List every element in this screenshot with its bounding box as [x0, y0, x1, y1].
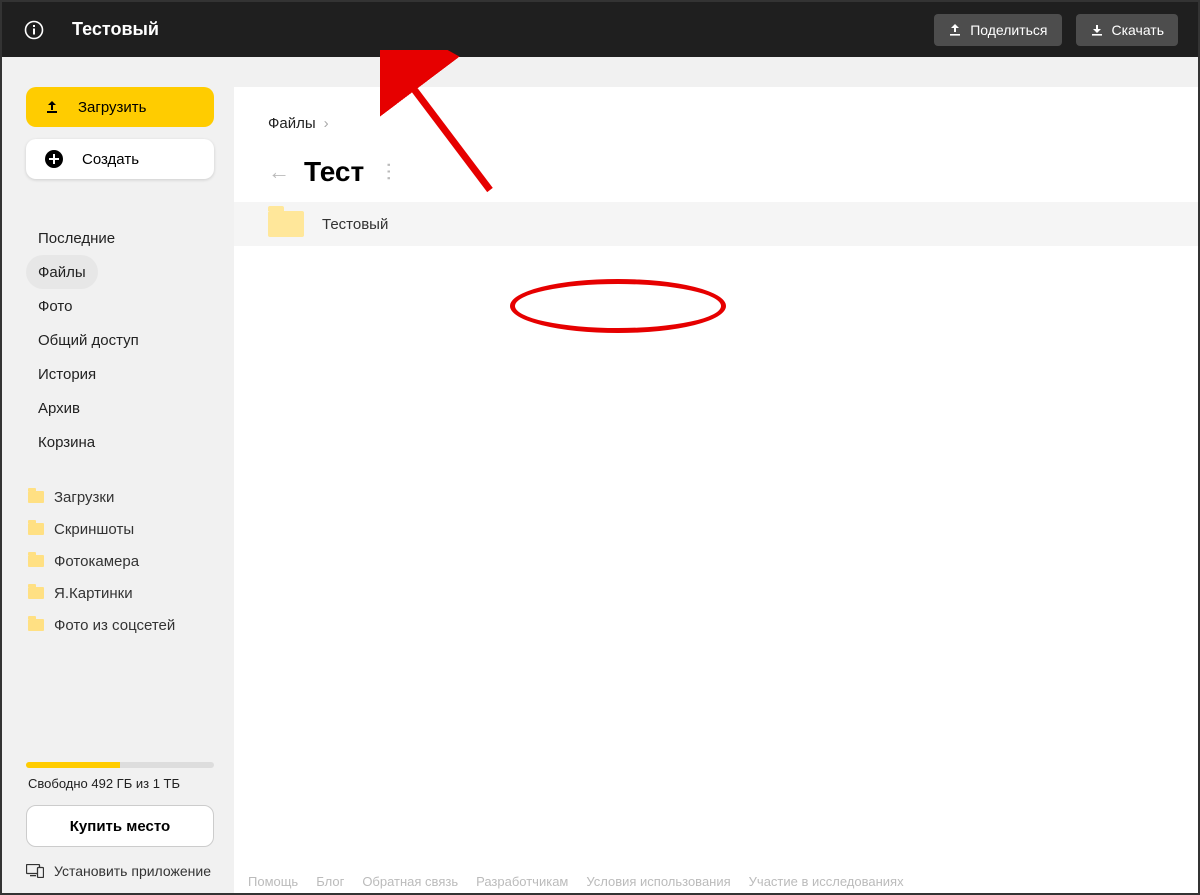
storage-bar	[26, 762, 214, 768]
plus-icon	[44, 149, 64, 169]
folder-shortcuts: Загрузки Скриншоты Фотокамера Я.Картинки…	[26, 481, 216, 641]
folder-name: Тестовый	[322, 216, 388, 233]
nav-label: История	[38, 366, 96, 383]
footer-link[interactable]: Помощь	[248, 874, 298, 889]
download-icon	[1090, 23, 1104, 37]
upload-label: Загрузить	[78, 99, 147, 116]
create-label: Создать	[82, 151, 139, 168]
folder-label: Фотокамера	[54, 553, 139, 570]
upload-icon	[44, 99, 60, 115]
folder-social[interactable]: Фото из соцсетей	[26, 609, 216, 641]
storage-fill	[26, 762, 120, 768]
nav-photo[interactable]: Фото	[26, 289, 84, 323]
sidebar: Загрузить Создать Последние Файлы Фото О…	[2, 57, 234, 893]
folder-icon	[268, 211, 304, 237]
nav-files[interactable]: Файлы	[26, 255, 98, 289]
folder-label: Я.Картинки	[54, 585, 133, 602]
footer-link[interactable]: Участие в исследованиях	[749, 874, 904, 889]
download-label: Скачать	[1112, 22, 1165, 38]
nav-history[interactable]: История	[26, 357, 108, 391]
nav-label: Последние	[38, 230, 115, 247]
main: Файлы › ← Тест ⋯ Тестовый	[234, 57, 1198, 893]
footer-link[interactable]: Обратная связь	[362, 874, 458, 889]
topbar: Тестовый Поделиться Скачать	[2, 2, 1198, 57]
folder-icon	[28, 523, 44, 535]
folder-icon	[28, 491, 44, 503]
annotation-ellipse	[510, 279, 726, 333]
nav-label: Архив	[38, 400, 80, 417]
kebab-menu-icon[interactable]: ⋯	[377, 161, 402, 183]
folder-row[interactable]: Тестовый	[234, 202, 1198, 246]
footer-link[interactable]: Блог	[316, 874, 344, 889]
create-button[interactable]: Создать	[26, 139, 214, 179]
download-button[interactable]: Скачать	[1076, 14, 1179, 46]
folder-camera[interactable]: Фотокамера	[26, 545, 216, 577]
nav-label: Файлы	[38, 264, 86, 281]
footer-link[interactable]: Разработчикам	[476, 874, 568, 889]
nav-archive[interactable]: Архив	[26, 391, 92, 425]
page-title: Тест	[304, 156, 364, 188]
folder-label: Фото из соцсетей	[54, 617, 175, 634]
nav-label: Общий доступ	[38, 332, 139, 349]
footer-link[interactable]: Условия использования	[586, 874, 730, 889]
nav-trash[interactable]: Корзина	[26, 425, 107, 459]
nav-label: Фото	[38, 298, 72, 315]
install-app-link[interactable]: Установить приложение	[26, 863, 216, 879]
nav-label: Корзина	[38, 434, 95, 451]
install-label: Установить приложение	[54, 863, 211, 879]
share-label: Поделиться	[970, 22, 1047, 38]
chevron-right-icon: ›	[324, 115, 329, 132]
folder-downloads[interactable]: Загрузки	[26, 481, 216, 513]
buy-label: Купить место	[70, 818, 170, 835]
nav-shared[interactable]: Общий доступ	[26, 323, 151, 357]
buy-storage-button[interactable]: Купить место	[26, 805, 214, 847]
nav-section: Последние Файлы Фото Общий доступ Истори…	[26, 221, 216, 459]
folder-screenshots[interactable]: Скриншоты	[26, 513, 216, 545]
folder-label: Скриншоты	[54, 521, 134, 538]
folder-icon	[28, 555, 44, 567]
devices-icon	[26, 864, 44, 878]
info-icon[interactable]	[22, 18, 46, 42]
share-button[interactable]: Поделиться	[934, 14, 1061, 46]
share-icon	[948, 23, 962, 37]
nav-recent[interactable]: Последние	[26, 221, 127, 255]
breadcrumb: Файлы ›	[234, 87, 1198, 132]
back-arrow-icon[interactable]: ←	[268, 159, 290, 185]
footer-links: Помощь Блог Обратная связь Разработчикам…	[248, 874, 904, 889]
folder-icon	[28, 587, 44, 599]
breadcrumb-item[interactable]: Файлы	[268, 115, 316, 132]
folder-label: Загрузки	[54, 489, 114, 506]
selection-title: Тестовый	[72, 19, 159, 40]
folder-icon	[28, 619, 44, 631]
upload-button[interactable]: Загрузить	[26, 87, 214, 127]
storage-text: Свободно 492 ГБ из 1 ТБ	[28, 776, 216, 791]
folder-ya-images[interactable]: Я.Картинки	[26, 577, 216, 609]
content-panel: Файлы › ← Тест ⋯ Тестовый	[234, 87, 1198, 893]
